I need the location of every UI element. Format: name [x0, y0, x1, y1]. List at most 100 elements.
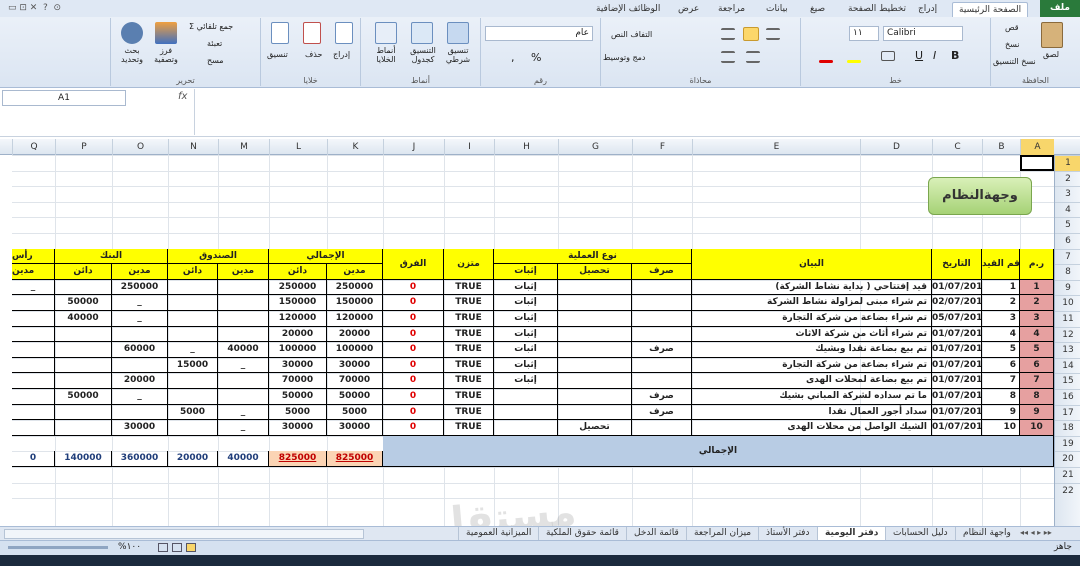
row-capital[interactable]: [12, 342, 55, 358]
row-spend[interactable]: صرف: [632, 389, 692, 405]
row-rm[interactable]: 9: [1020, 404, 1054, 421]
conditional-format-button[interactable]: تنسيق شرطي: [443, 46, 473, 64]
row-date[interactable]: 01/07/2010: [932, 326, 982, 343]
row-header-9[interactable]: 9: [1055, 279, 1080, 296]
align-right-icon[interactable]: [746, 51, 760, 63]
row-total-debit[interactable]: 150000: [327, 295, 383, 311]
row-cash-debit[interactable]: _: [218, 404, 269, 421]
row-description[interactable]: سداد أجور العمال نقدا: [692, 404, 932, 421]
row-collect[interactable]: [558, 326, 632, 343]
delete-cells-icon[interactable]: [303, 22, 321, 44]
row-rm[interactable]: 8: [1020, 389, 1054, 405]
row-bank-debit[interactable]: _: [112, 389, 168, 405]
tab-review[interactable]: مراجعة: [712, 2, 751, 17]
row-balanced[interactable]: TRUE: [444, 279, 494, 296]
row-spend[interactable]: [632, 373, 692, 389]
format-table-button[interactable]: التنسيق كجدول: [405, 46, 441, 64]
column-header-E[interactable]: E: [692, 139, 860, 155]
row-difference[interactable]: 0: [383, 279, 444, 296]
row-prove[interactable]: إثبات: [494, 295, 558, 311]
row-header-13[interactable]: 13: [1055, 342, 1080, 358]
row-difference[interactable]: 0: [383, 389, 444, 405]
row-bank-credit[interactable]: 40000: [55, 311, 112, 327]
tab-formulas[interactable]: صيغ: [804, 2, 831, 17]
row-entry-no[interactable]: 9: [982, 404, 1020, 421]
sort-filter-button[interactable]: فرز وتصفية: [151, 46, 181, 64]
normal-view-icon[interactable]: [186, 543, 196, 552]
sheet-tab-3[interactable]: دفتر اليومية: [817, 527, 886, 541]
row-date[interactable]: 01/07/2010: [932, 389, 982, 405]
row-bank-credit[interactable]: [55, 404, 112, 421]
page-break-view-icon[interactable]: [158, 543, 168, 552]
column-header-G[interactable]: G: [558, 139, 632, 155]
system-shape-callout[interactable]: وجهةالنظام: [928, 177, 1032, 215]
bold-button[interactable]: B: [951, 49, 959, 62]
name-box[interactable]: A1: [2, 90, 126, 106]
comma-button[interactable]: ,: [511, 51, 515, 64]
row-bank-credit[interactable]: [55, 373, 112, 389]
row-rm[interactable]: 2: [1020, 295, 1054, 311]
row-header-11[interactable]: 11: [1055, 311, 1080, 327]
total-credit-sum[interactable]: 825000: [269, 451, 327, 467]
total-debit-sum[interactable]: 825000: [327, 451, 383, 467]
row-date[interactable]: 01/07/2010: [932, 342, 982, 358]
row-bank-debit[interactable]: 30000: [112, 420, 168, 436]
delete-cells-button[interactable]: حذف: [305, 50, 322, 59]
row-capital[interactable]: _: [12, 279, 55, 296]
tab-view[interactable]: عرض: [672, 2, 705, 17]
column-header-D[interactable]: D: [860, 139, 932, 155]
row-balanced[interactable]: TRUE: [444, 389, 494, 405]
row-entry-no[interactable]: 1: [982, 279, 1020, 296]
row-cash-debit[interactable]: _: [218, 420, 269, 436]
sheet-tab-1[interactable]: واجهة النظام: [955, 527, 1018, 541]
row-prove[interactable]: إثبات: [494, 326, 558, 343]
subheader-total-credit[interactable]: دائن: [269, 264, 327, 280]
row-bank-debit[interactable]: _: [112, 295, 168, 311]
row-cash-debit[interactable]: [218, 389, 269, 405]
row-bank-credit[interactable]: [55, 342, 112, 358]
cut-button[interactable]: قص: [1005, 23, 1019, 32]
row-balanced[interactable]: TRUE: [444, 295, 494, 311]
row-description[interactable]: تم بيع بضاعة لمحلات الهدى: [692, 373, 932, 389]
row-cash-credit[interactable]: [168, 295, 218, 311]
row-cash-debit[interactable]: [218, 373, 269, 389]
row-collect[interactable]: [558, 295, 632, 311]
row-capital[interactable]: [12, 404, 55, 421]
row-bank-credit[interactable]: 50000: [55, 389, 112, 405]
header-balanced[interactable]: متزن: [444, 248, 494, 280]
row-header-5[interactable]: 5: [1055, 217, 1080, 233]
subheader-capital-debit[interactable]: مدين: [12, 264, 55, 280]
row-cash-credit[interactable]: 15000: [168, 357, 218, 374]
row-header-7[interactable]: 7: [1055, 248, 1080, 265]
row-total-debit[interactable]: 30000: [327, 420, 383, 436]
row-collect[interactable]: [558, 342, 632, 358]
window-controls[interactable]: ▭ ⊡ ✕ ? ⊙: [8, 3, 61, 13]
column-header-O[interactable]: O: [112, 139, 168, 155]
row-total-credit[interactable]: 70000: [269, 373, 327, 389]
tab-file[interactable]: ملف: [1040, 0, 1080, 17]
row-date[interactable]: 02/07/2010: [932, 295, 982, 311]
row-rm[interactable]: 4: [1020, 326, 1054, 343]
row-header-2[interactable]: 2: [1055, 170, 1080, 187]
row-description[interactable]: الشيك الواصل من محلات الهدى: [692, 420, 932, 436]
row-cash-credit[interactable]: [168, 389, 218, 405]
row-description[interactable]: قيد إفتتاحي ( بداية نشاط الشركة): [692, 279, 932, 296]
row-date[interactable]: 01/07/2010: [932, 404, 982, 421]
active-cell-A1[interactable]: [1020, 155, 1054, 171]
subheader-bank-debit[interactable]: مدين: [112, 264, 168, 280]
row-balanced[interactable]: TRUE: [444, 357, 494, 374]
align-top-icon[interactable]: [721, 28, 735, 40]
header-entry-no[interactable]: رقم القيد: [982, 248, 1020, 280]
find-select-button[interactable]: بحث وتحديد: [117, 46, 147, 64]
row-cash-credit[interactable]: [168, 311, 218, 327]
percent-button[interactable]: %: [531, 51, 541, 64]
row-description[interactable]: تم شراء مبنى لمزاولة نشاط الشركة: [692, 295, 932, 311]
row-rm[interactable]: 1: [1020, 279, 1054, 296]
row-spend[interactable]: صرف: [632, 404, 692, 421]
row-bank-credit[interactable]: [55, 326, 112, 343]
sheet-tab-5[interactable]: ميزان المراجعة: [686, 527, 758, 541]
row-spend[interactable]: [632, 357, 692, 374]
fx-icon[interactable]: fx: [178, 91, 187, 102]
row-capital[interactable]: [12, 357, 55, 374]
column-header-C[interactable]: C: [932, 139, 982, 155]
